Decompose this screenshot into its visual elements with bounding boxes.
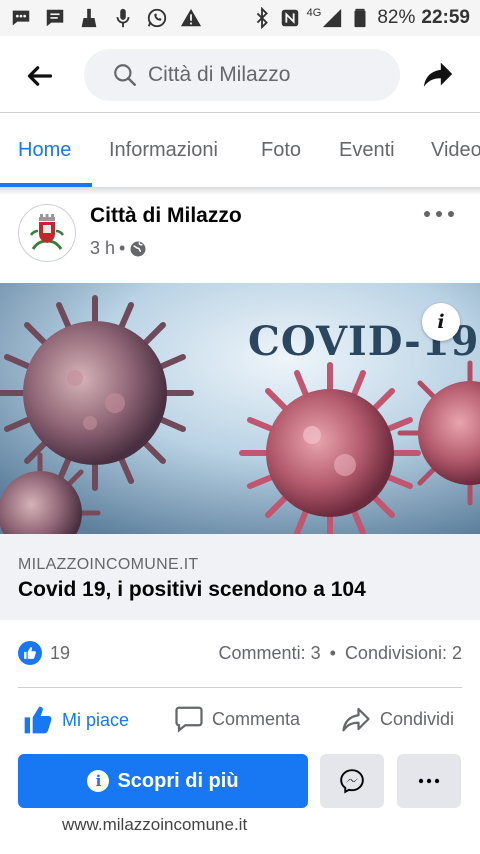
more-dots-icon [418, 778, 440, 784]
info-circle-icon: i [87, 770, 110, 792]
nfc-icon [279, 7, 301, 29]
tab-foto[interactable]: Foto [261, 139, 301, 162]
like-reaction-icon [18, 641, 42, 665]
page-name[interactable]: Città di Milazzo [90, 204, 242, 228]
search-icon [114, 64, 136, 86]
tab-video[interactable]: Video [431, 139, 480, 162]
actions-divider [18, 687, 462, 688]
warning-icon [180, 7, 202, 29]
post-options-button[interactable] [424, 204, 454, 224]
post-meta: 3 h • [90, 238, 147, 259]
clock: 22:59 [421, 7, 470, 28]
post-time[interactable]: 3 h [90, 238, 115, 259]
page-avatar[interactable] [18, 204, 76, 262]
arrow-left-icon [27, 66, 53, 86]
share-page-button[interactable] [418, 54, 458, 94]
engagement-counts: Commenti: 3 • Condivisioni: 2 [219, 643, 462, 664]
city-crest-icon [29, 214, 65, 250]
reactions-summary[interactable]: 19 [18, 641, 70, 665]
more-options-button[interactable] [397, 754, 461, 808]
signal-icon [321, 7, 343, 29]
comment-label: Commenta [212, 708, 301, 729]
network-type: 4G [306, 7, 322, 19]
share-label: Condividi [380, 708, 455, 729]
like-count: 19 [50, 642, 71, 663]
tabs-shadow [0, 187, 480, 195]
share-arrow-icon [423, 62, 453, 87]
comment-button[interactable]: Commenta [174, 704, 300, 734]
dot-icon [424, 211, 430, 217]
thumbs-up-icon [24, 706, 52, 734]
messenger-icon [340, 769, 364, 794]
whatsapp-icon [146, 7, 168, 29]
battery-icon [349, 7, 371, 29]
microphone-icon [112, 7, 134, 29]
meta-separator: • [119, 238, 126, 258]
dot-icon [448, 211, 454, 217]
learn-more-button[interactable]: i Scopri di più [18, 754, 308, 808]
app-header: Città di Milazzo [0, 36, 480, 112]
like-button[interactable]: Mi piace [22, 704, 129, 736]
counts-separator: • [329, 643, 336, 663]
page-tabs: Home Informazioni Foto Eventi Video [0, 113, 480, 187]
search-bar[interactable]: Città di Milazzo [84, 49, 400, 101]
back-button[interactable] [22, 58, 58, 94]
post-actions: Mi piace Commenta Condividi [0, 700, 480, 744]
tab-informazioni[interactable]: Informazioni [109, 139, 218, 162]
bluetooth-icon [251, 7, 273, 29]
globe-icon [130, 241, 146, 256]
comment-icon [175, 706, 203, 733]
link-title: Covid 19, i positivi scendono a 104 [18, 578, 366, 601]
comments-count[interactable]: Commenti: 3 [219, 643, 321, 663]
shares-count[interactable]: Condivisioni: 2 [345, 643, 462, 663]
like-label: Mi piace [62, 709, 130, 730]
messenger-button[interactable] [320, 754, 384, 808]
message-icon [44, 7, 66, 29]
link-domain: MILAZZOINCOMUNE.IT [18, 556, 199, 573]
tab-eventi[interactable]: Eventi [339, 139, 395, 162]
website-url[interactable]: www.milazzoincomune.it [62, 815, 247, 835]
learn-more-label: Scopri di più [117, 769, 239, 792]
status-bar: 4G 82% 22:59 [0, 0, 480, 36]
broom-icon [78, 7, 100, 29]
search-text: Città di Milazzo [148, 63, 291, 86]
tab-home[interactable]: Home [18, 139, 71, 162]
dot-icon [436, 211, 442, 217]
share-button[interactable]: Condividi [340, 704, 454, 734]
covid-virus-illustration: COVID-19 [0, 283, 480, 534]
info-icon[interactable]: i [422, 303, 460, 341]
post-image[interactable]: COVID-19 [0, 283, 480, 534]
share-icon [342, 707, 370, 732]
chat-bubble-icon [10, 7, 32, 29]
link-preview[interactable]: MILAZZOINCOMUNE.IT Covid 19, i positivi … [0, 534, 480, 620]
battery-percent: 82% [377, 7, 416, 28]
